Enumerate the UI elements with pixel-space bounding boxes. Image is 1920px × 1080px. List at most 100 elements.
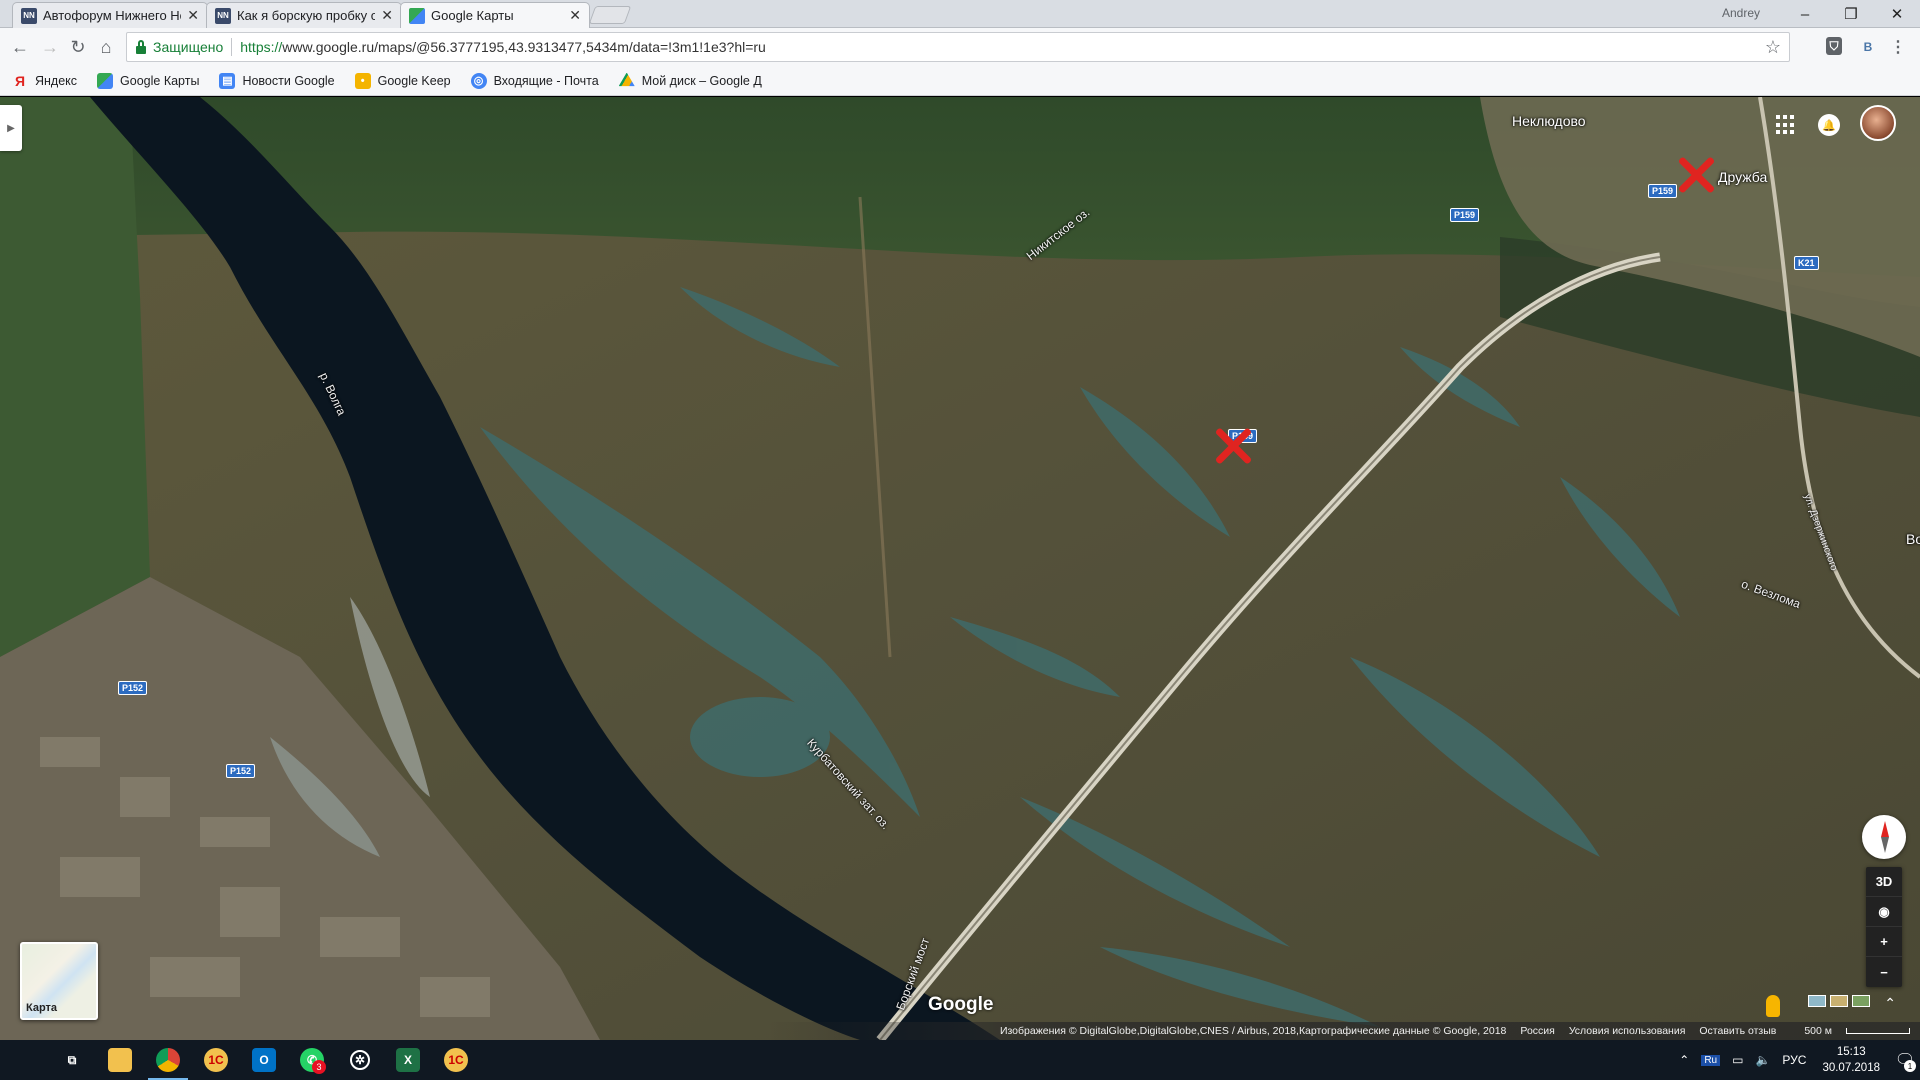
compass-icon[interactable]: [1862, 815, 1906, 859]
network-icon[interactable]: ▭: [1732, 1053, 1743, 1067]
thumbnail[interactable]: [1808, 995, 1826, 1007]
bookmark-label: Google Keep: [377, 73, 451, 88]
volume-icon[interactable]: 🔈: [1755, 1053, 1770, 1067]
drive-icon: [618, 72, 635, 87]
bookmark-google-keep[interactable]: • Google Keep: [354, 72, 451, 89]
taskbar-whatsapp[interactable]: ✆ 3: [288, 1040, 336, 1080]
thumbnail[interactable]: [1830, 995, 1848, 1007]
side-panel-toggle[interactable]: ▶: [0, 105, 22, 151]
new-tab-button[interactable]: [588, 6, 632, 24]
windows-taskbar: ⧉ 1C O ✆ 3 ✲ X 1C ⌃ Ru ▭ 🔈 РУС 15:13 30.…: [0, 1040, 1920, 1080]
taskbar-explorer[interactable]: [96, 1040, 144, 1080]
start-button[interactable]: [0, 1040, 48, 1080]
tab-close-icon[interactable]: ✕: [187, 7, 199, 24]
tab-close-icon[interactable]: ✕: [569, 7, 581, 24]
place-label-edge[interactable]: Во: [1906, 531, 1920, 547]
date: 30.07.2018: [1822, 1062, 1880, 1074]
avatar[interactable]: [1860, 105, 1896, 141]
footer-link-feedback[interactable]: Оставить отзыв: [1699, 1025, 1776, 1037]
close-window-icon[interactable]: ✕: [1874, 0, 1920, 28]
bookmark-google-drive[interactable]: Мой диск – Google Д: [618, 72, 762, 89]
zoom-out-button[interactable]: −: [1866, 957, 1902, 987]
google-apps-icon[interactable]: [1776, 115, 1796, 135]
road-shield: P152: [226, 764, 256, 778]
action-center-icon[interactable]: 🗨 1: [1890, 1040, 1920, 1080]
profile-name[interactable]: Andrey: [1722, 6, 1760, 20]
tab-title: Как я борскую пробку о: [237, 8, 376, 23]
map-controls: 3D ◉ + −: [1866, 867, 1902, 987]
minimize-icon[interactable]: –: [1782, 0, 1828, 28]
bookmark-label: Яндекс: [35, 73, 78, 88]
notifications-icon[interactable]: 🔔: [1818, 114, 1840, 136]
scale-label[interactable]: 500 м: [1790, 1025, 1910, 1037]
tab-autoforum[interactable]: NN Автофорум Нижнего Но ✕: [12, 2, 208, 28]
clock[interactable]: 15:13 30.07.2018: [1822, 1044, 1880, 1076]
expand-chevron-icon[interactable]: ⌃: [1884, 995, 1896, 1012]
attribution-text: Изображения © DigitalGlobe,DigitalGlobe,…: [999, 1025, 1507, 1037]
taskbar-1c-2[interactable]: 1C: [432, 1040, 480, 1080]
imagery-thumbnails[interactable]: [1808, 995, 1870, 1007]
tab-borsk-article[interactable]: NN Как я борскую пробку о ✕: [206, 2, 402, 28]
bookmark-google-news[interactable]: ▤ Новости Google: [219, 72, 335, 89]
input-language[interactable]: РУС: [1782, 1053, 1806, 1067]
taskbar-outlook[interactable]: O: [240, 1040, 288, 1080]
yandex-icon: Я: [14, 72, 26, 89]
secure-label: Защищено: [153, 39, 224, 55]
satellite-imagery: [0, 97, 1920, 1040]
browser-toolbar: ← → ↻ ⌂ Защищено https:// www.google.ru/…: [0, 28, 1920, 66]
back-arrow-icon[interactable]: ←: [8, 35, 32, 59]
bookmark-google-maps[interactable]: Google Карты: [97, 72, 199, 89]
zoom-in-button[interactable]: +: [1866, 927, 1902, 957]
extension-shield-icon[interactable]: ⛉: [1826, 37, 1842, 55]
home-icon[interactable]: ⌂: [94, 35, 118, 59]
restore-icon[interactable]: ❐: [1828, 0, 1874, 28]
bookmark-label: Новости Google: [242, 73, 335, 88]
notification-count: 1: [1904, 1060, 1916, 1072]
tray-chevron-icon[interactable]: ⌃: [1679, 1053, 1689, 1067]
nn-favicon-icon: NN: [21, 7, 37, 24]
bookmark-star-icon[interactable]: ☆: [1765, 37, 1781, 58]
tab-close-icon[interactable]: ✕: [381, 7, 393, 24]
tilt-3d-button[interactable]: 3D: [1866, 867, 1902, 897]
place-label[interactable]: Дружба: [1718, 169, 1767, 185]
reload-icon[interactable]: ↻: [66, 35, 90, 59]
bookmark-yandex[interactable]: Я Яндекс: [12, 73, 77, 89]
footer-link-russia[interactable]: Россия: [1520, 1025, 1554, 1037]
thumbnail[interactable]: [1852, 995, 1870, 1007]
maps-icon: [97, 72, 114, 89]
vk-extension-icon[interactable]: B: [1858, 37, 1878, 57]
minimap-label: Карта: [26, 1002, 58, 1014]
taskbar-app[interactable]: ✲: [336, 1040, 384, 1080]
unread-badge: 3: [312, 1060, 326, 1074]
map-layer-switcher[interactable]: Карта: [20, 942, 98, 1020]
tab-title: Автофорум Нижнего Но: [43, 8, 182, 23]
pegman-icon[interactable]: [1766, 995, 1780, 1017]
bookmark-inbox[interactable]: ◎ Входящие - Почта: [470, 72, 599, 89]
place-label[interactable]: Неклюдово: [1512, 113, 1586, 129]
forward-arrow-icon[interactable]: →: [38, 35, 62, 59]
outlook-icon: O: [252, 1048, 276, 1072]
road-shield: P152: [118, 681, 148, 695]
keep-icon: •: [354, 72, 371, 89]
tab-strip: NN Автофорум Нижнего Но ✕ NN Как я борск…: [0, 0, 1920, 28]
language-badge[interactable]: Ru: [1701, 1054, 1721, 1066]
task-view-button[interactable]: ⧉: [48, 1040, 96, 1080]
lock-icon: [135, 40, 147, 54]
tab-google-maps[interactable]: Google Карты ✕: [400, 2, 590, 28]
taskbar-excel[interactable]: X: [384, 1040, 432, 1080]
inbox-icon: ◎: [470, 72, 487, 89]
bookmark-label: Входящие - Почта: [493, 73, 599, 88]
folder-icon: [108, 1048, 132, 1072]
1c-icon: 1C: [204, 1048, 228, 1072]
satellite-map[interactable]: ▶ 🔔 Неклюдово Дружба р. Волга Никитское …: [0, 97, 1920, 1040]
my-location-icon[interactable]: ◉: [1866, 897, 1902, 927]
taskbar-chrome[interactable]: [144, 1040, 192, 1080]
address-bar[interactable]: Защищено https:// www.google.ru/maps/@56…: [126, 32, 1790, 62]
footer-link-terms[interactable]: Условия использования: [1569, 1025, 1686, 1037]
bookmark-label: Мой диск – Google Д: [641, 73, 762, 88]
menu-dots-icon[interactable]: ⋮: [1888, 37, 1908, 57]
task-view-icon: ⧉: [67, 1052, 77, 1067]
taskbar-1c[interactable]: 1C: [192, 1040, 240, 1080]
road-shield: K21: [1794, 256, 1819, 270]
url-scheme: https://: [240, 39, 283, 55]
